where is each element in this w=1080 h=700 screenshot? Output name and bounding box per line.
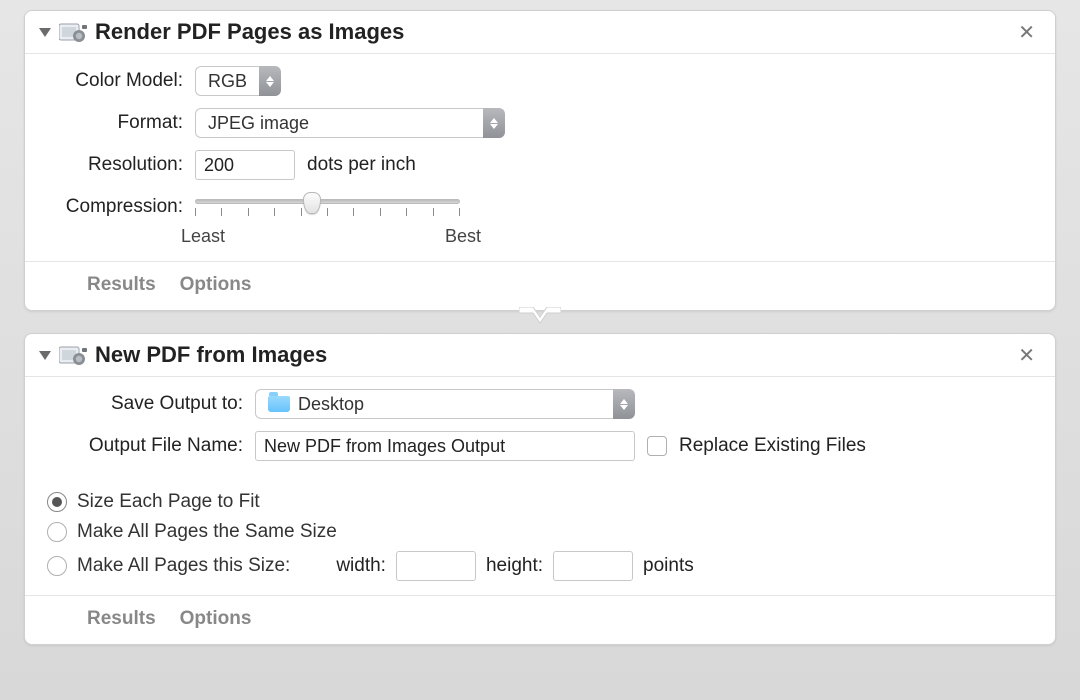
panel-header: New PDF from Images ✕	[25, 334, 1055, 377]
color-model-select[interactable]: RGB	[195, 66, 320, 96]
panel-header: Render PDF Pages as Images ✕	[25, 11, 1055, 54]
action-new-pdf-from-images: New PDF from Images ✕ Save Output to: De…	[24, 333, 1056, 645]
footer-options[interactable]: Options	[180, 274, 252, 296]
radio-same[interactable]	[47, 522, 67, 542]
label-compression: Compression:	[43, 196, 183, 218]
radio-thissize[interactable]	[47, 556, 67, 576]
workflow-connector	[24, 311, 1056, 333]
color-model-value: RGB	[208, 71, 247, 92]
pagesize-radio-same-row[interactable]: Make All Pages the Same Size	[47, 521, 1037, 543]
height-field[interactable]	[553, 551, 633, 581]
panel-title: New PDF from Images	[95, 342, 1004, 368]
label-dpi-suffix: dots per inch	[307, 154, 416, 176]
footer-results[interactable]: Results	[87, 608, 156, 630]
label-points: points	[643, 555, 694, 577]
pagesize-radio-fit-row[interactable]: Size Each Page to Fit	[47, 491, 1037, 513]
folder-icon	[268, 396, 290, 412]
output-file-name-field[interactable]	[255, 431, 635, 461]
label-radio-same: Make All Pages the Same Size	[77, 521, 337, 543]
automator-action-icon	[59, 21, 87, 43]
label-output-file-name: Output File Name:	[43, 435, 243, 457]
label-color-model: Color Model:	[43, 70, 183, 92]
label-height: height:	[486, 555, 543, 577]
action-render-pdf-pages-as-images: Render PDF Pages as Images ✕ Color Model…	[24, 10, 1056, 311]
label-resolution: Resolution:	[43, 154, 183, 176]
label-radio-thissize: Make All Pages this Size:	[77, 555, 290, 577]
compression-slider[interactable]	[195, 192, 460, 222]
replace-existing-checkbox[interactable]	[647, 436, 667, 456]
close-icon[interactable]: ✕	[1012, 20, 1041, 45]
label-save-output-to: Save Output to:	[43, 393, 243, 415]
select-stepper-icon	[483, 108, 505, 138]
panel-title: Render PDF Pages as Images	[95, 19, 1004, 45]
format-select[interactable]: JPEG image	[195, 108, 505, 138]
radio-fit[interactable]	[47, 492, 67, 512]
pagesize-radio-thissize-row[interactable]: Make All Pages this Size: width: height:…	[47, 551, 1037, 581]
label-radio-fit: Size Each Page to Fit	[77, 491, 260, 513]
automator-action-icon	[59, 344, 87, 366]
width-field[interactable]	[396, 551, 476, 581]
format-value: JPEG image	[208, 113, 309, 134]
close-icon[interactable]: ✕	[1012, 343, 1041, 368]
select-stepper-icon	[259, 66, 281, 96]
label-width: width:	[336, 555, 386, 577]
save-output-to-select[interactable]: Desktop	[255, 389, 635, 419]
label-replace-existing: Replace Existing Files	[679, 435, 866, 457]
select-stepper-icon	[613, 389, 635, 419]
disclosure-triangle-icon[interactable]	[39, 28, 51, 37]
footer-options[interactable]: Options	[180, 608, 252, 630]
disclosure-triangle-icon[interactable]	[39, 351, 51, 360]
save-output-to-value: Desktop	[298, 394, 364, 415]
label-format: Format:	[43, 112, 183, 134]
resolution-field[interactable]	[195, 150, 295, 180]
label-best: Best	[445, 226, 481, 247]
label-least: Least	[181, 226, 225, 247]
footer-results[interactable]: Results	[87, 274, 156, 296]
